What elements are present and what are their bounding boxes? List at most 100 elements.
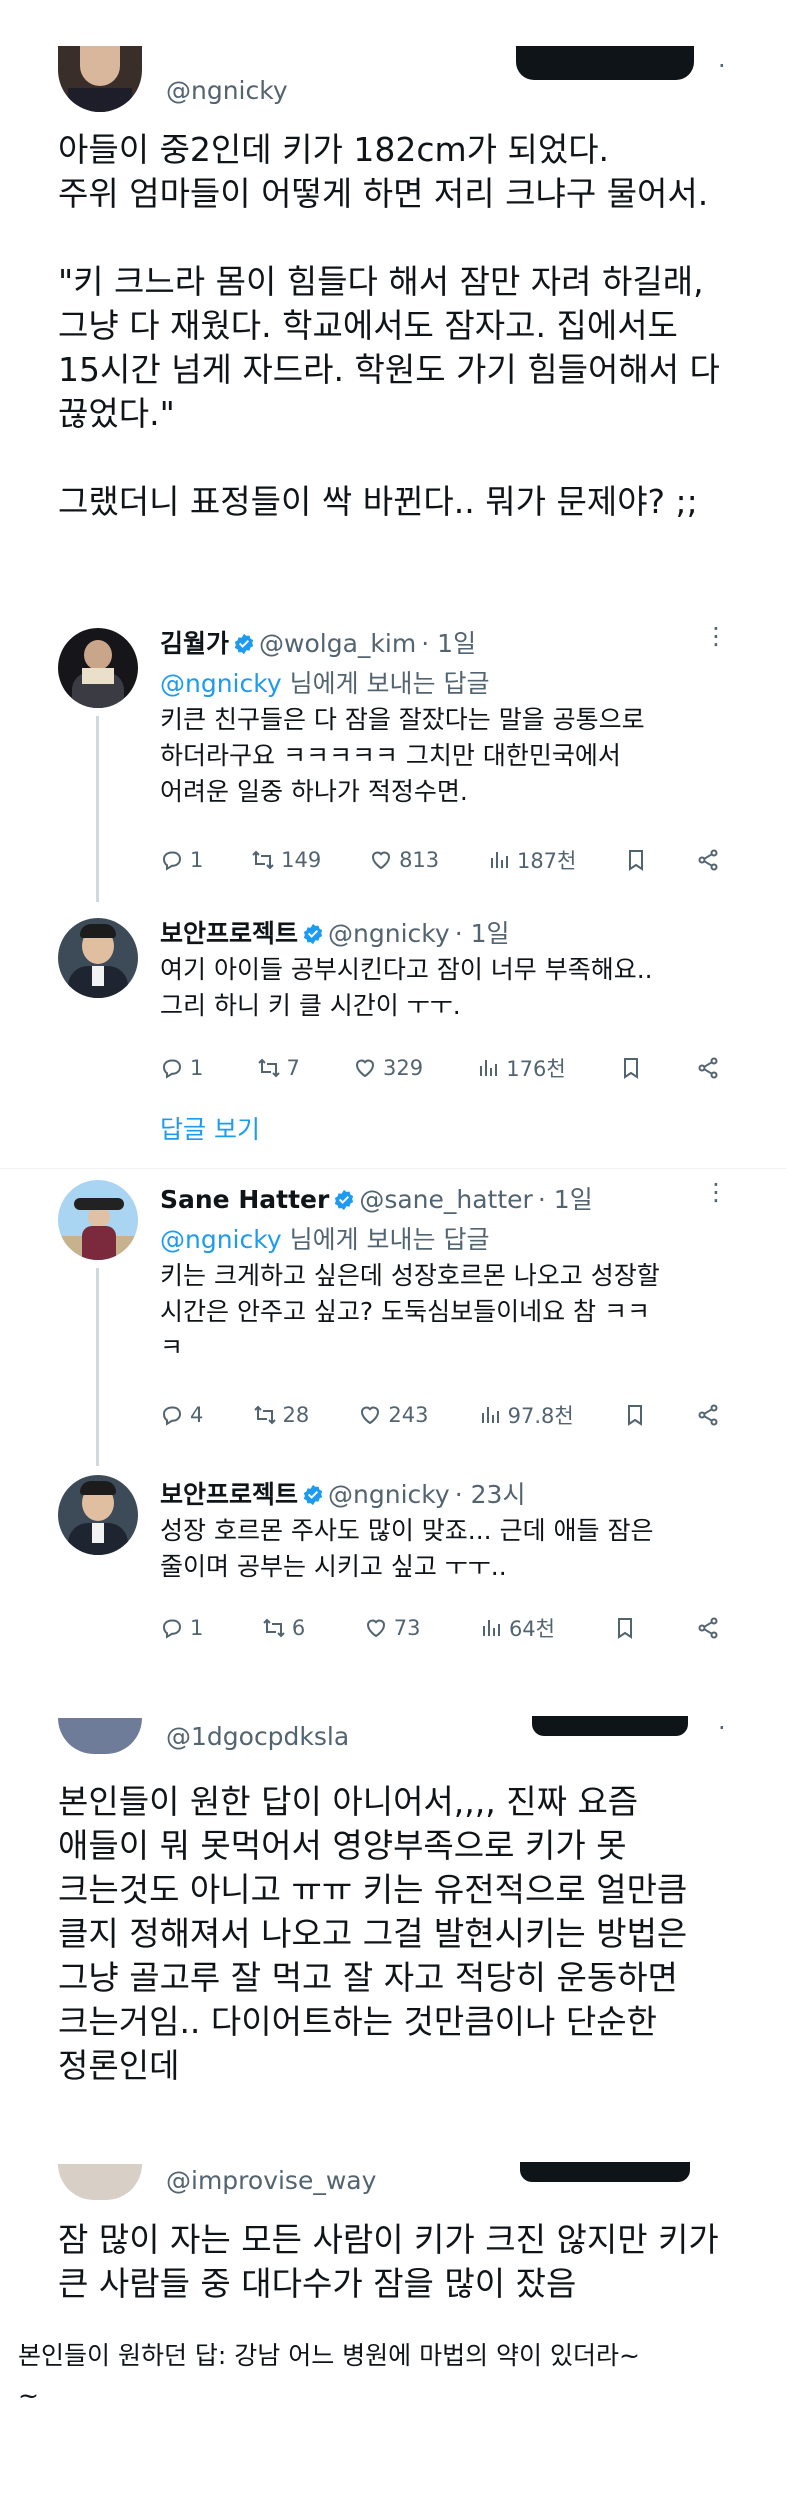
reply-header: Sane Hatter @sane_hatter · 1일	[160, 1180, 593, 1216]
views-button[interactable]: 97.8천	[478, 1400, 574, 1430]
bookmark-icon	[627, 1405, 642, 1426]
repost-icon	[257, 1058, 280, 1078]
more-options-icon[interactable]: ·	[718, 1714, 727, 1742]
reply-actions: 1 7 329 176천	[160, 1053, 720, 1083]
post-text: 아들이 중2인데 키가 182cm가 되었다. 주위 엄마들이 어떻게 하면 저…	[58, 130, 720, 521]
repost-button[interactable]: 7	[257, 1056, 300, 1080]
reply-button[interactable]: 4	[160, 1403, 203, 1427]
share-icon	[698, 1617, 718, 1639]
reply-to-line: @ngnicky 님에게 보내는 답글	[160, 669, 490, 698]
more-options-icon[interactable]: ⋮	[704, 1178, 729, 1206]
reply-actions: 1 149 813 187천	[160, 845, 720, 875]
avatar[interactable]	[58, 1180, 138, 1260]
handle[interactable]: @wolga_kim	[259, 629, 416, 658]
verified-badge-icon	[234, 633, 254, 655]
thread-line	[96, 1268, 99, 1466]
display-name[interactable]: 보안프로젝트	[160, 1480, 298, 1509]
display-name[interactable]: 김월가	[160, 629, 229, 658]
bookmark-button[interactable]	[624, 848, 648, 872]
reply-button[interactable]: 1	[160, 848, 203, 872]
reply-header: 보안프로젝트 @ngnicky · 23시	[160, 1475, 525, 1511]
handle[interactable]: @ngnicky	[328, 919, 450, 948]
timestamp[interactable]: · 1일	[455, 919, 510, 948]
reply-header: 보안프로젝트 @ngnicky · 1일	[160, 914, 510, 950]
follow-button[interactable]	[532, 1716, 688, 1736]
repost-button[interactable]: 149	[251, 848, 321, 872]
reply-button[interactable]: 1	[160, 1616, 203, 1640]
show-replies-link[interactable]: 답글 보기	[160, 1110, 260, 1146]
verified-badge-icon	[303, 923, 323, 945]
avatar[interactable]	[58, 628, 138, 708]
timestamp[interactable]: · 1일	[421, 629, 476, 658]
timestamp[interactable]: · 1일	[538, 1185, 593, 1214]
handle[interactable]: @ngnicky	[328, 1480, 450, 1509]
post-handle[interactable]: @1dgocpdksla	[166, 1722, 349, 1751]
reply-text: 키는 크게하고 싶은데 성장호르몬 나오고 성장할 시간은 안주고 싶고? 도둑…	[160, 1261, 660, 1362]
views-icon	[481, 1407, 499, 1423]
share-icon	[698, 1057, 718, 1079]
more-options-icon[interactable]: ·	[718, 52, 727, 80]
heart-icon	[356, 1059, 375, 1078]
bookmark-button[interactable]	[619, 1056, 643, 1080]
reply-icon	[162, 1619, 182, 1639]
mention-link[interactable]: @ngnicky	[160, 669, 282, 698]
reply-text: 여기 아이들 공부시킨다고 잠이 너무 부족해요.. 그리 하니 키 클 시간이…	[160, 955, 653, 1020]
heart-icon	[372, 851, 391, 870]
like-button[interactable]: 329	[353, 1056, 423, 1080]
share-icon	[698, 849, 718, 871]
repost-button[interactable]: 28	[253, 1403, 309, 1427]
repost-button[interactable]: 6	[262, 1616, 305, 1640]
avatar[interactable]	[58, 918, 138, 998]
views-button[interactable]: 187천	[487, 845, 576, 875]
heart-icon	[361, 1406, 380, 1425]
reply-button[interactable]: 1	[160, 1056, 203, 1080]
reply-to-line: @ngnicky 님에게 보내는 답글	[160, 1225, 490, 1254]
bookmark-icon	[629, 850, 644, 871]
follow-button[interactable]	[516, 46, 694, 80]
views-icon	[480, 1060, 498, 1076]
bookmark-button[interactable]	[613, 1616, 637, 1640]
more-options-icon[interactable]: ⋮	[704, 622, 729, 650]
reply-icon	[162, 851, 182, 871]
heart-icon	[366, 1619, 385, 1638]
post-text: 잠 많이 자는 모든 사람이 키가 크진 않지만 키가 큰 사람들 중 대다수가…	[58, 2220, 719, 2303]
post-text: 본인들이 원한 답이 아니어서,,,, 진짜 요즘 애들이 뭐 못먹어서 영양부…	[58, 1782, 688, 2085]
display-name[interactable]: Sane Hatter	[160, 1185, 329, 1214]
post-handle[interactable]: @ngnicky	[166, 76, 288, 105]
bookmark-icon	[623, 1058, 638, 1079]
share-button[interactable]	[696, 1616, 720, 1640]
handle[interactable]: @sane_hatter	[359, 1185, 533, 1214]
avatar[interactable]	[58, 1475, 138, 1555]
avatar[interactable]	[58, 46, 142, 112]
follow-button[interactable]	[520, 2162, 690, 2182]
post-handle[interactable]: @improvise_way	[166, 2166, 376, 2195]
timestamp[interactable]: · 23시	[455, 1480, 526, 1509]
repost-icon	[253, 1405, 276, 1425]
views-button[interactable]: 64천	[479, 1613, 555, 1643]
reply-text: 성장 호르몬 주사도 많이 맞죠... 근데 애들 잠은 줄이며 공부는 시키고…	[160, 1516, 654, 1581]
avatar[interactable]	[58, 2164, 142, 2200]
views-button[interactable]: 176천	[476, 1053, 566, 1083]
like-button[interactable]: 73	[364, 1616, 420, 1640]
views-icon	[490, 852, 508, 868]
reply-text: 키큰 친구들은 다 잠을 잘잤다는 말을 공통으로 하더라구요 ㅋㅋㅋㅋㅋ 그치…	[160, 705, 645, 806]
thread-line	[96, 716, 99, 902]
display-name[interactable]: 보안프로젝트	[160, 919, 298, 948]
bookmark-button[interactable]	[623, 1403, 647, 1427]
share-button[interactable]	[696, 1056, 720, 1080]
reply-icon	[162, 1406, 182, 1426]
views-icon	[482, 1620, 500, 1636]
reply-header: 김월가 @wolga_kim · 1일	[160, 624, 476, 660]
bookmark-icon	[618, 1618, 633, 1639]
verified-badge-icon	[303, 1484, 323, 1506]
like-button[interactable]: 243	[358, 1403, 428, 1427]
mention-link[interactable]: @ngnicky	[160, 1225, 282, 1254]
reply-icon	[162, 1059, 182, 1079]
share-icon	[698, 1404, 718, 1426]
like-button[interactable]: 813	[369, 848, 439, 872]
avatar[interactable]	[58, 1718, 142, 1754]
share-button[interactable]	[696, 848, 720, 872]
share-button[interactable]	[696, 1403, 720, 1427]
caption-text: 본인들이 원하던 답: 강남 어느 병원에 마법의 약이 있더라~ ~	[18, 2341, 640, 2410]
verified-badge-icon	[335, 1189, 354, 1211]
